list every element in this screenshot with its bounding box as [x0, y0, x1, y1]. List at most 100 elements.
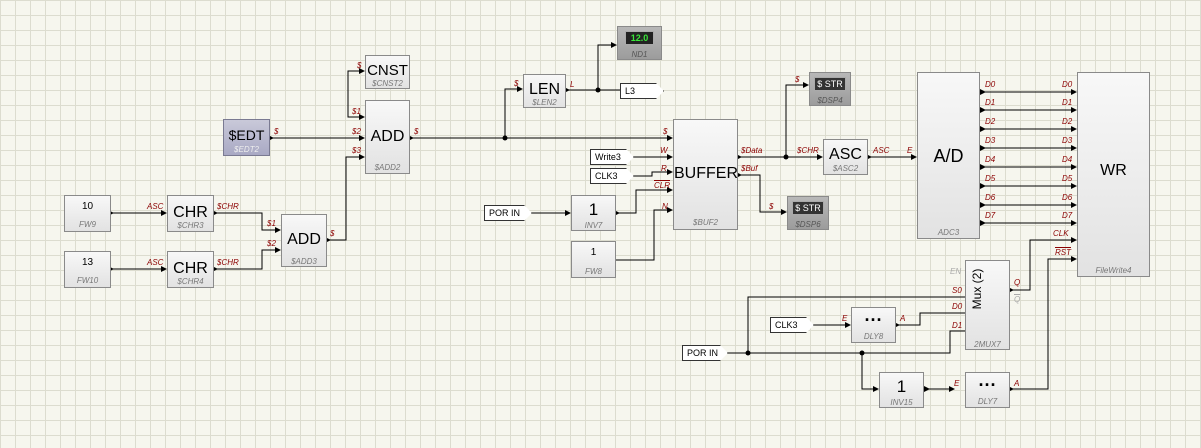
- asc2-caption: $ASC2: [832, 164, 859, 173]
- dsp6-in-pin: $: [769, 202, 774, 211]
- fw8-caption: FW8: [585, 267, 602, 276]
- adc3-out-d3: D3: [985, 136, 996, 145]
- mux7-en-pin: EN: [950, 267, 962, 276]
- dsp4-display: $ STR: [814, 77, 846, 91]
- por-in-tag-2[interactable]: POR IN: [682, 345, 728, 361]
- edt2-block[interactable]: $EDT $EDT2: [223, 119, 270, 156]
- wire-len-nd1: [597, 44, 616, 90]
- write3-tag[interactable]: Write3: [590, 149, 634, 165]
- adc3-out-d1: D1: [985, 98, 996, 107]
- add2-in2-pin: $2: [352, 127, 361, 136]
- wr-in-d3: D3: [1062, 136, 1073, 145]
- buf2-label: BUFFER: [674, 165, 738, 182]
- cnst2-out-pin: $: [357, 61, 362, 70]
- chr3-block[interactable]: CHR $CHR3: [167, 195, 214, 232]
- fw9-block[interactable]: 10 FW9: [64, 195, 111, 232]
- dsp6-block[interactable]: $ STR $DSP6: [787, 196, 829, 230]
- edt2-out-pin: $: [274, 127, 279, 136]
- buffer-block[interactable]: BUFFER $BUF2: [673, 119, 738, 230]
- fw10-block[interactable]: 13 FW10: [64, 251, 111, 288]
- buf2-in-s-pin: $: [663, 127, 668, 136]
- add3-block[interactable]: ADD $ADD3: [281, 214, 327, 267]
- l3-tag[interactable]: L3: [620, 83, 664, 99]
- chr4-label: CHR: [173, 260, 208, 277]
- len2-caption: $LEN2: [532, 98, 557, 107]
- add2-in1-pin: $1: [352, 107, 361, 116]
- asc2-in-pin: $CHR: [797, 146, 819, 155]
- chr3-label: CHR: [173, 204, 208, 221]
- chr3-in-pin: ASC: [147, 202, 164, 211]
- adc3-out-d5: D5: [985, 174, 996, 183]
- add3-label: ADD: [287, 231, 321, 248]
- wr-in-d0: D0: [1062, 80, 1073, 89]
- buf2-in-r-pin: R: [661, 164, 667, 173]
- dly7-caption: DLY7: [977, 397, 998, 406]
- chr4-out-pin: $CHR: [217, 258, 239, 267]
- adc3-out-d7: D7: [985, 211, 996, 220]
- inv15-block[interactable]: 1 INV15: [879, 372, 924, 408]
- len2-label: LEN: [528, 81, 561, 98]
- wr-in-d1: D1: [1062, 98, 1073, 107]
- buf2-in-clr-pin: CLR: [654, 181, 671, 190]
- clk3b-tag[interactable]: CLK3: [770, 317, 814, 333]
- por-in-tag[interactable]: POR IN: [484, 205, 532, 221]
- chr4-block[interactable]: CHR $CHR4: [167, 251, 214, 288]
- fw8-block[interactable]: 1 FW8: [571, 241, 616, 278]
- wr-caption: FileWrite4: [1095, 266, 1132, 275]
- dsp4-block[interactable]: $ STR $DSP4: [809, 72, 851, 106]
- wr-in-d2: D2: [1062, 117, 1073, 126]
- add2-block[interactable]: ADD $ADD2: [365, 100, 410, 174]
- adc3-out-d6: D6: [985, 193, 996, 202]
- inv7-block[interactable]: 1 INV7: [571, 195, 616, 231]
- inv7-caption: INV7: [584, 221, 603, 230]
- add3-caption: $ADD3: [291, 257, 317, 266]
- wr-label: WR: [1100, 162, 1127, 179]
- add3-in1-pin: $1: [267, 219, 276, 228]
- wr-in-d4: D4: [1062, 155, 1073, 164]
- adc3-in-pin: E: [907, 146, 913, 155]
- adc3-out-d0: D0: [985, 80, 996, 89]
- wire-add3-add2: [327, 156, 364, 241]
- clk3-tag[interactable]: CLK3: [590, 168, 634, 184]
- adc3-block[interactable]: A/D ADC3: [917, 72, 980, 239]
- mux7-s0-pin: S0: [952, 286, 962, 295]
- dsp6-display: $ STR: [792, 201, 824, 215]
- dly7-block[interactable]: ··· DLY7: [965, 372, 1010, 408]
- mux7-q-pin: Q: [1014, 278, 1021, 287]
- len2-block[interactable]: LEN $LEN2: [523, 74, 566, 108]
- cnst2-block[interactable]: CNST $CNST2: [365, 55, 410, 89]
- wire-buffer-dsp6: [738, 174, 786, 213]
- dly8-label: ···: [864, 310, 883, 330]
- dly7-in-pin: E: [954, 379, 960, 388]
- dsp4-in-pin: $: [795, 75, 800, 84]
- wr-block[interactable]: WR FileWrite4: [1077, 72, 1150, 277]
- fw8-value: 1: [590, 247, 597, 258]
- mux7-label: Mux (2): [970, 268, 984, 310]
- mux-block[interactable]: Mux (2) 2MUX7: [965, 260, 1010, 350]
- chr3-out-pin: $CHR: [217, 202, 239, 211]
- wr-in-d6: D6: [1062, 193, 1073, 202]
- fw10-caption: FW10: [76, 276, 99, 285]
- adc3-out-d2: D2: [985, 117, 996, 126]
- wire-por2-inv15: [861, 353, 878, 390]
- chr4-caption: $CHR4: [177, 277, 204, 286]
- cnst2-caption: $CNST2: [372, 79, 403, 88]
- add2-in3-pin: $3: [352, 146, 361, 155]
- dly8-block[interactable]: ··· DLY8: [851, 307, 896, 343]
- wr-in-d7: D7: [1062, 211, 1073, 220]
- nd1-block[interactable]: 12.0 ND1: [617, 26, 662, 60]
- inv15-label: 1: [896, 377, 907, 396]
- dsp4-caption: $DSP4: [817, 96, 843, 105]
- buf2-in-n-pin: N: [662, 202, 668, 211]
- chr4-in-pin: ASC: [147, 258, 164, 267]
- dly8-out-pin: A: [900, 314, 906, 323]
- buf2-caption: $BUF2: [693, 218, 718, 227]
- mux7-d0-pin: D0: [952, 302, 963, 311]
- asc2-out-pin: ASC: [873, 146, 890, 155]
- wr-in-d5: D5: [1062, 174, 1073, 183]
- edt2-caption: $EDT2: [234, 145, 259, 154]
- asc2-block[interactable]: ASC $ASC2: [823, 139, 868, 175]
- mux7-d1-pin: D1: [952, 321, 963, 330]
- nd1-display: 12.0: [625, 31, 654, 45]
- dsp6-caption: $DSP6: [795, 220, 821, 229]
